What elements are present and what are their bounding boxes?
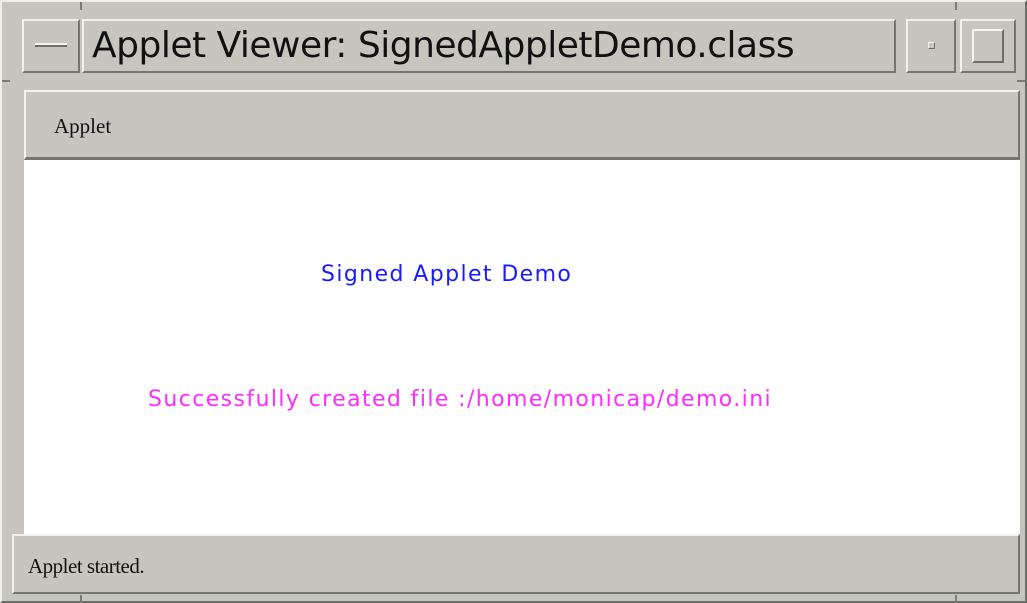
menu-bar: Applet (24, 90, 1020, 160)
applet-viewer-window: Applet Viewer: SignedAppletDemo.class Ap… (0, 0, 1027, 603)
applet-status-message: Successfully created file :/home/monicap… (148, 387, 773, 412)
title-area[interactable]: Applet Viewer: SignedAppletDemo.class (82, 19, 896, 73)
applet-panel: Signed Applet Demo Successfully created … (24, 160, 1020, 534)
window-title: Applet Viewer: SignedAppletDemo.class (92, 25, 795, 66)
title-bar[interactable]: Applet Viewer: SignedAppletDemo.class (12, 14, 1017, 84)
resize-handle-bottom-left[interactable] (80, 595, 82, 603)
window-menu-icon (35, 43, 67, 47)
resize-handle-left-top[interactable] (2, 80, 10, 82)
applet-heading: Signed Applet Demo (321, 262, 573, 287)
resize-handle-right-top[interactable] (1017, 80, 1025, 82)
status-text: Applet started. (28, 554, 145, 578)
maximize-icon (972, 29, 1004, 63)
resize-handle-top-left[interactable] (80, 2, 82, 10)
minimize-icon (928, 42, 935, 49)
menu-applet[interactable]: Applet (54, 114, 111, 139)
minimize-button[interactable] (906, 19, 956, 73)
maximize-button[interactable] (960, 19, 1016, 73)
resize-handle-bottom-right[interactable] (955, 595, 957, 603)
status-bar: Applet started. (12, 534, 1020, 594)
resize-handle-top-right[interactable] (955, 2, 957, 10)
window-menu-button[interactable] (22, 19, 80, 73)
